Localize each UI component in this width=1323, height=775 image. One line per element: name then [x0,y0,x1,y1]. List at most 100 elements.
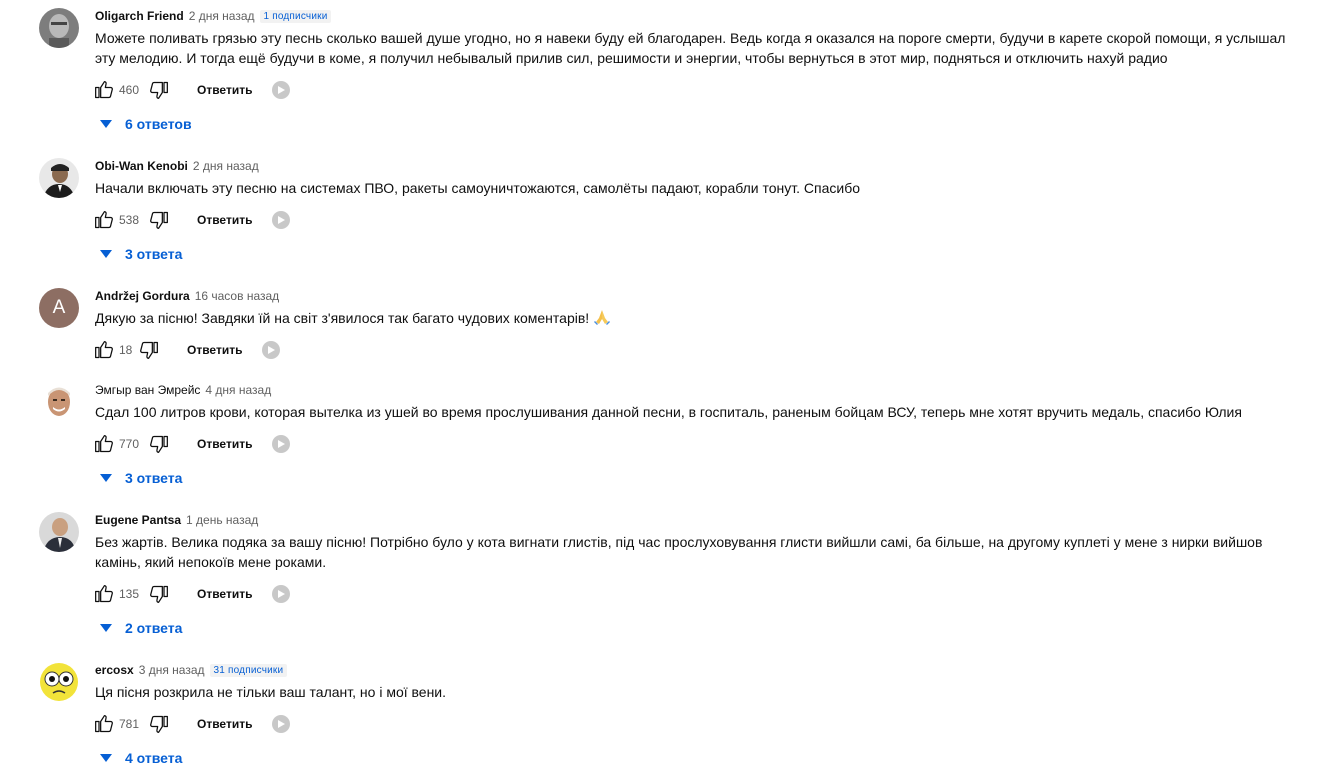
dislike-button[interactable] [147,582,171,606]
thumbs-up-icon [95,435,113,453]
comment-text-content: Дякую за пісню! Завдяки їй на світ з'яви… [95,310,590,326]
comment-actions: 135 Ответить [92,582,291,606]
thumbs-down-icon [150,585,168,603]
thumbs-down-icon [140,341,158,359]
thumbs-down-icon [150,81,168,99]
comment-time[interactable]: 3 дня назад [139,663,205,677]
reply-button[interactable]: Ответить [187,343,242,357]
replies-count[interactable]: 2 ответа [125,620,182,636]
comment-author[interactable]: Andržej Gordura [95,289,190,303]
caret-down-icon [100,120,112,128]
thumbs-up-icon [95,585,113,603]
grayscale-portrait-avatar-icon [39,8,79,48]
comment-text: Сдал 100 литров крови, которая вытелка и… [95,404,1242,420]
dislike-button[interactable] [147,432,171,456]
comment-time[interactable]: 16 часов назад [195,289,279,303]
dislike-button[interactable] [147,78,171,102]
hype-button[interactable] [272,715,291,733]
avatar[interactable]: A [39,288,79,328]
avatar[interactable] [39,8,79,48]
like-button[interactable] [92,78,116,102]
avatar[interactable] [39,158,79,198]
comment-author[interactable]: Obi-Wan Kenobi [95,159,188,173]
replies-count[interactable]: 6 ответов [125,116,192,132]
reply-button[interactable]: Ответить [197,213,252,227]
thumbs-up-icon [95,81,113,99]
avatar[interactable] [39,662,79,702]
replies-count[interactable]: 3 ответа [125,470,182,486]
comment-time[interactable]: 2 дня назад [189,9,255,23]
thumbs-up-icon [95,715,113,733]
comment-text: Ця пісня розкрила не тільки ваш талант, … [95,684,447,700]
comment-author[interactable]: Эмгыр ван Эмрейс [95,383,200,397]
avatar[interactable] [39,512,79,552]
replies-toggle[interactable]: 2 ответа [100,616,182,640]
play-icon [278,590,286,598]
replies-toggle[interactable]: 3 ответа [100,466,182,490]
thumbs-down-icon [150,435,168,453]
comment-text: Можете поливать грязью эту песнь сколько… [95,30,1286,66]
like-count: 770 [119,437,140,451]
play-icon [278,440,286,448]
reply-button[interactable]: Ответить [197,717,252,731]
comment-header: Eugene Pantsa 1 день назад [95,512,258,528]
like-count: 781 [119,717,140,731]
replies-toggle[interactable]: 3 ответа [100,242,182,266]
comment-actions: 460 Ответить [92,78,291,102]
comment-header: Obi-Wan Kenobi 2 дня назад [95,158,259,174]
replies-toggle[interactable]: 6 ответов [100,112,192,136]
comment-actions: 770 Ответить [92,432,291,456]
play-icon [278,720,286,728]
like-button[interactable] [92,582,116,606]
hype-button[interactable] [272,81,291,99]
replies-toggle[interactable]: 4 ответа [100,746,182,770]
like-count: 460 [119,83,140,97]
like-button[interactable] [92,712,116,736]
thumbs-down-icon [150,211,168,229]
dislike-button[interactable] [147,208,171,232]
comment-time[interactable]: 1 день назад [186,513,258,527]
folded-hands-emoji-icon [594,310,611,325]
comment-text: Начали включать эту песню на системах ПВ… [95,180,861,196]
avatar[interactable] [39,382,79,422]
bald-man-suit-avatar-icon [39,512,79,552]
comment-author[interactable]: ercosx [95,663,134,677]
like-button[interactable] [92,432,116,456]
subscriber-badge: 31 подписчики [209,663,288,677]
like-button[interactable] [92,208,116,232]
replies-count[interactable]: 3 ответа [125,246,182,262]
comment-actions: 18 Ответить [92,338,281,362]
caret-down-icon [100,474,112,482]
reply-button[interactable]: Ответить [197,587,252,601]
comment-author[interactable]: Oligarch Friend [95,9,184,23]
dislike-button[interactable] [137,338,161,362]
hype-button[interactable] [272,211,291,229]
play-icon [278,86,286,94]
dislike-button[interactable] [147,712,171,736]
like-count: 538 [119,213,140,227]
play-icon [268,346,276,354]
comment-time[interactable]: 2 дня назад [193,159,259,173]
caret-down-icon [100,624,112,632]
comment-header: ercosx 3 дня назад 31 подписчики [95,662,288,678]
comment-header: Oligarch Friend 2 дня назад 1 подписчики [95,8,332,24]
caret-down-icon [100,754,112,762]
play-icon [278,216,286,224]
comment-actions: 538 Ответить [92,208,291,232]
hype-button[interactable] [272,435,291,453]
smiling-man-avatar-icon [39,382,79,422]
comment-header: Andržej Gordura 16 часов назад [95,288,279,304]
suited-man-avatar-icon [39,158,79,198]
comment-time[interactable]: 4 дня назад [205,383,271,397]
hype-button[interactable] [262,341,281,359]
hype-button[interactable] [272,585,291,603]
like-button[interactable] [92,338,116,362]
reply-button[interactable]: Ответить [197,83,252,97]
reply-button[interactable]: Ответить [197,437,252,451]
replies-count[interactable]: 4 ответа [125,750,182,766]
thumbs-up-icon [95,341,113,359]
comment-actions: 781 Ответить [92,712,291,736]
avatar-letter: A [52,297,66,318]
comment-header: Эмгыр ван Эмрейс 4 дня назад [95,382,271,398]
comment-author[interactable]: Eugene Pantsa [95,513,181,527]
